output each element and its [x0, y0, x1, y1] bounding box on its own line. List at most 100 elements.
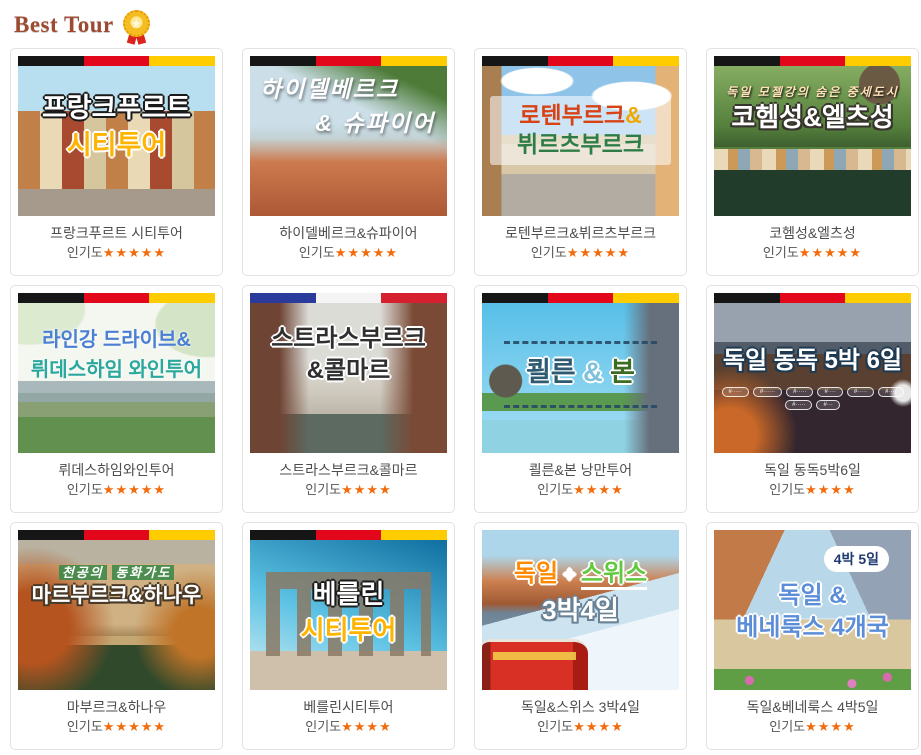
riverside-houses-art [714, 149, 911, 170]
thumbnail-text-band: 로텐부르크& 뷔르츠부르크 [490, 96, 671, 165]
hashtag-pill: #···· [878, 387, 903, 397]
tour-card-rothenburg-wurzburg[interactable]: 로텐부르크& 뷔르츠부르크 로텐부르크&뷔르츠부르크 인기도★★★★★ [474, 48, 687, 276]
tour-thumbnail[interactable]: 쾰른 & 본 [482, 303, 679, 453]
flag-gold-segment [845, 56, 911, 66]
thumbnail-title: 쾰른 & 본 [482, 357, 679, 388]
flag-gold-segment [613, 293, 679, 303]
tour-card-heidelberg-speyer[interactable]: 하이델베르크 & 슈파이어 하이델베르크&슈파이어 인기도★★★★★ [242, 48, 455, 276]
tour-thumbnail[interactable]: 프랑크푸르트 시티투어 [18, 66, 215, 216]
rating-stars: ★★★★ [805, 719, 856, 734]
rating-label: 인기도 [763, 245, 799, 260]
tour-card-cochem-eltz[interactable]: 독일 모젤강의 숨은 중세도시 코헴성&엘츠성 코헴성&엘츠성 인기도★★★★★ [706, 48, 919, 276]
tour-thumbnail[interactable]: 독일 + 스위스 3박4일 [482, 530, 679, 690]
tour-title: 프랑크푸르트 시티투어 [18, 225, 215, 241]
flag-black-segment [250, 56, 316, 66]
tour-thumbnail[interactable]: 라인강 드라이브& 뤼데스하임 와인투어 [18, 303, 215, 453]
rating-label: 인기도 [67, 719, 103, 734]
tour-card-frankfurt-city-tour[interactable]: 프랑크푸르트 시티투어 프랑크푸르트 시티투어 인기도★★★★★ [10, 48, 223, 276]
flag-red-segment [316, 56, 382, 66]
flag-black-segment [18, 293, 84, 303]
ampersand-text: & [625, 102, 642, 128]
popularity-rating: 인기도★★★★ [482, 719, 679, 734]
tour-title: 뤼데스하임와인투어 [18, 462, 215, 478]
tour-thumbnail[interactable]: 천공의 동화가도 마르부르크&하나우 [18, 540, 215, 690]
flag-black-segment [714, 293, 780, 303]
rating-label: 인기도 [305, 482, 341, 497]
thumbnail-tagline: 천공의 동화가도 [18, 566, 215, 581]
tour-title: 로텐부르크&뷔르츠부르크 [482, 225, 679, 241]
tour-thumbnail[interactable]: 독일 동독 5박 6일 #····· #······ #····· #···· … [714, 303, 911, 453]
flag-red-segment [316, 530, 382, 540]
french-flag-stripe [250, 293, 447, 303]
tour-card-germany-benelux-4n5d[interactable]: 4박 5일 독일 & 베네룩스 4개국 독일&베네룩스 4박5일 인기도★★★★ [706, 522, 919, 750]
popularity-rating: 인기도★★★★★ [250, 245, 447, 260]
rating-label: 인기도 [537, 482, 573, 497]
tour-thumbnail[interactable]: 독일 모젤강의 숨은 중세도시 코헴성&엘츠성 [714, 66, 911, 216]
flag-red-segment [84, 56, 150, 66]
tour-card-berlin-city-tour[interactable]: 베를린 시티투어 베를린시티투어 인기도★★★★ [242, 522, 455, 750]
tour-card-east-germany-5n6d[interactable]: 독일 동독 5박 6일 #····· #······ #····· #···· … [706, 285, 919, 513]
german-flag-stripe [250, 530, 447, 540]
red-mountain-train-art [482, 639, 588, 690]
popularity-rating: 인기도★★★★★ [18, 245, 215, 260]
tour-card-marburg-hanau[interactable]: 천공의 동화가도 마르부르크&하나우 마부르크&하나우 인기도★★★★★ [10, 522, 223, 750]
thumbnail-title: 베를린 [250, 580, 447, 610]
rating-stars: ★★★★ [573, 719, 624, 734]
tour-title: 쾰른&본 낭만투어 [482, 462, 679, 478]
tour-thumbnail[interactable]: 로텐부르크& 뷔르츠부르크 [482, 66, 679, 216]
city-one-text: 쾰른 [526, 357, 576, 387]
hashtag-pill: #····· [785, 400, 812, 410]
tour-title: 코헴성&엘츠성 [714, 225, 911, 241]
tour-thumbnail[interactable]: 베를린 시티투어 [250, 540, 447, 690]
thumbnail-subtitle: 시티투어 [250, 616, 447, 646]
thumbnail-subtitle: 뷔르츠부르크 [517, 131, 644, 157]
rating-label: 인기도 [299, 245, 335, 260]
page-title: Best Tour [14, 12, 114, 38]
tour-thumbnail[interactable]: 스트라스부르크 &콜마르 [250, 303, 447, 453]
rating-label: 인기도 [67, 245, 103, 260]
hashtag-pill-row: #····· #······ #····· #···· #····· #····… [719, 387, 906, 410]
medal-star-icon: ★ [123, 10, 150, 37]
tour-thumbnail[interactable]: 4박 5일 독일 & 베네룩스 4개국 [714, 530, 911, 690]
thumbnail-title: 프랑크푸르트 [18, 93, 215, 124]
rating-label: 인기도 [531, 245, 567, 260]
rating-stars: ★★★★★ [799, 245, 862, 260]
tour-title: 마부르크&하나우 [18, 699, 215, 715]
flag-black-segment [18, 530, 84, 540]
country-two-text: 스위스 [581, 560, 647, 590]
popularity-rating: 인기도★★★★ [250, 482, 447, 497]
popularity-rating: 인기도★★★★★ [18, 482, 215, 497]
hashtag-pill: #····· [847, 387, 874, 397]
german-flag-stripe [18, 530, 215, 540]
tour-title: 독일 동독5박6일 [714, 462, 911, 478]
flag-gold-segment [381, 530, 447, 540]
hashtag-pill: #····· [786, 387, 813, 397]
tour-card-cologne-bonn[interactable]: 쾰른 & 본 쾰른&본 낭만투어 인기도★★★★ [474, 285, 687, 513]
dashed-rope-line [504, 341, 657, 344]
tour-card-germany-swiss-3n4d[interactable]: 독일 + 스위스 3박4일 독일&스위스 3박4일 인기도★★★★ [474, 522, 687, 750]
thumbnail-title: 독일 & [714, 582, 911, 610]
popularity-rating: 인기도★★★★★ [18, 719, 215, 734]
thumbnail-title: 코헴성&엘츠성 [714, 103, 911, 133]
city-two-text: 본 [610, 357, 635, 387]
rating-stars: ★★★★ [805, 482, 856, 497]
flag-gold-segment [149, 293, 215, 303]
flag-red-segment [780, 56, 846, 66]
tour-thumbnail[interactable]: 하이델베르크 & 슈파이어 [250, 66, 447, 216]
dashed-rope-line [504, 405, 657, 408]
german-flag-stripe [18, 56, 215, 66]
flag-black-segment [714, 56, 780, 66]
thumbnail-subtitle: &콜마르 [250, 357, 447, 385]
thumbnail-title: 하이델베르크 [260, 76, 447, 102]
tour-card-ruedesheim-wine[interactable]: 라인강 드라이브& 뤼데스하임 와인투어 뤼데스하임와인투어 인기도★★★★★ [10, 285, 223, 513]
popularity-rating: 인기도★★★★★ [482, 245, 679, 260]
tour-card-strasbourg-colmar[interactable]: 스트라스부르크 &콜마르 스트라스부르크&콜마르 인기도★★★★ [242, 285, 455, 513]
rating-label: 인기도 [67, 482, 103, 497]
popularity-rating: 인기도★★★★ [714, 482, 911, 497]
hashtag-pill: #····· [722, 387, 749, 397]
flag-black-segment [482, 293, 548, 303]
thumbnail-subtitle: 3박4일 [482, 596, 679, 626]
thumbnail-subtitle: 뤼데스하임 와인투어 [18, 359, 215, 382]
tour-title: 하이델베르크&슈파이어 [250, 225, 447, 241]
country-one-text: 독일 [514, 560, 558, 587]
